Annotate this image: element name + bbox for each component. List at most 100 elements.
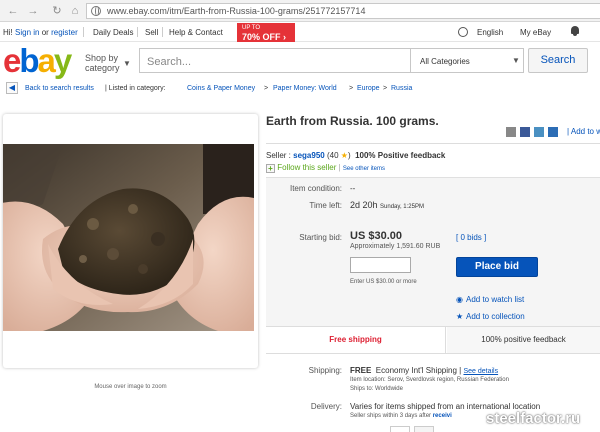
greeting-text: Hi! — [3, 28, 13, 37]
seller-info: Seller : sega950 (40 ★) 100% Positive fe… — [266, 151, 445, 160]
sell-link[interactable]: Sell — [145, 28, 158, 37]
search-input[interactable]: Search... — [139, 48, 411, 73]
shop-by-line1: Shop by — [85, 53, 119, 63]
bid-count-link[interactable]: [ 0 bids ] — [456, 233, 486, 242]
signin-link[interactable]: Sign in — [15, 28, 39, 37]
place-bid-button[interactable]: Place bid — [456, 257, 538, 277]
logo-letter-y: y — [53, 42, 72, 79]
positive-feedback-badge: 100% positive feedback — [447, 327, 600, 353]
daily-deals-link[interactable]: Daily Deals — [93, 28, 133, 37]
search-placeholder: Search... — [147, 56, 192, 68]
globe-icon — [458, 27, 468, 37]
breadcrumb-separator: > — [383, 85, 388, 92]
eye-icon: ◉ — [456, 295, 463, 304]
divider — [162, 27, 163, 37]
category-select[interactable]: All Categories ▼ — [411, 48, 524, 73]
shipping-strip: Free shipping 100% positive feedback — [266, 326, 600, 354]
item-condition-value: -- — [350, 184, 356, 193]
divider — [137, 27, 138, 37]
email-icon[interactable] — [506, 127, 516, 137]
greeting: Hi! Sign in or register — [3, 28, 78, 37]
ships-to: Ships to: Worldwide — [350, 386, 403, 392]
my-ebay-link[interactable]: My eBay — [520, 28, 551, 37]
mastercard-icon — [414, 426, 434, 432]
bid-amount-input[interactable] — [350, 257, 411, 273]
enter-bid-hint: Enter US $30.00 or more — [350, 279, 417, 285]
divider — [83, 27, 84, 37]
language-selector[interactable]: English — [477, 28, 503, 37]
back-to-results-link[interactable]: Back to search results — [25, 85, 94, 92]
breadcrumb-item[interactable]: Europe — [357, 85, 380, 92]
chevron-down-icon: ▼ — [123, 59, 131, 68]
search-button[interactable]: Search — [528, 48, 588, 73]
see-other-items-link[interactable]: See other items — [343, 166, 385, 172]
product-photo[interactable] — [3, 144, 254, 331]
help-contact-link[interactable]: Help & Contact — [169, 28, 223, 37]
site-watermark: steelfactor.ru — [486, 410, 581, 427]
pinterest-icon[interactable] — [548, 127, 558, 137]
divider — [266, 143, 600, 144]
logo-letter-a: a — [37, 42, 56, 79]
logo-letter-b: b — [19, 42, 39, 79]
notification-bell-icon[interactable] — [570, 26, 580, 37]
back-arrow-icon[interactable]: ← — [6, 4, 20, 18]
url-text[interactable]: www.ebay.com/itm/Earth-from-Russia-100-g… — [107, 6, 365, 16]
facebook-icon[interactable] — [520, 127, 530, 137]
category-value: All Categories — [420, 57, 470, 66]
address-bar[interactable]: www.ebay.com/itm/Earth-from-Russia-100-g… — [86, 3, 600, 19]
seller-label: Seller : — [266, 151, 291, 160]
zoom-hint: Mouse over image to zoom — [94, 384, 167, 390]
receiving-text: receivi — [432, 413, 452, 419]
paypal-icon — [390, 426, 410, 432]
add-to-collection-link[interactable]: ★ Add to collection — [456, 312, 525, 321]
time-left-value: 2d 20h Sunday, 1:25PM — [350, 200, 424, 210]
time-left-main: 2d 20h — [350, 200, 378, 210]
follow-seller-link[interactable]: Follow this seller — [277, 163, 336, 172]
forward-arrow-icon[interactable]: → — [26, 4, 40, 18]
promo-line2: 70% OFF › — [242, 32, 287, 42]
feedback-score[interactable]: (40 — [327, 151, 339, 160]
delivery-label: Delivery: — [310, 402, 342, 411]
approx-label: Approximately — [350, 243, 395, 250]
follow-row: + Follow this seller | See other items — [266, 163, 385, 173]
or-text: or — [41, 28, 49, 37]
browser-toolbar: ← → ↻ ⌂ www.ebay.com/itm/Earth-from-Russ… — [0, 0, 600, 22]
reload-icon[interactable]: ↻ — [50, 4, 64, 18]
star-icon: ★ — [340, 151, 348, 160]
utility-bar: Hi! Sign in or register Daily Deals Sell… — [0, 22, 600, 42]
breadcrumb-separator: > — [349, 85, 354, 92]
shop-by-category[interactable]: Shop by category ▼ — [85, 53, 131, 73]
breadcrumb-separator: > — [264, 85, 269, 92]
ebay-logo[interactable]: ebay — [3, 42, 72, 80]
twitter-icon[interactable] — [534, 127, 544, 137]
plus-icon[interactable]: + — [266, 164, 275, 173]
positive-feedback: 100% Positive feedback — [355, 151, 446, 160]
star-icon: ★ — [456, 312, 464, 321]
register-link[interactable]: register — [51, 28, 78, 37]
item-location: Item location: Serov, Sverdlovsk region,… — [350, 377, 509, 383]
breadcrumb-item[interactable]: Russia — [391, 85, 412, 92]
see-details-link[interactable]: See details — [463, 368, 498, 375]
shipping-method: Economy Int'l Shipping | — [375, 366, 462, 375]
breadcrumb: Back to search results | Listed in categ… — [0, 80, 600, 96]
starting-bid-value: US $30.00 — [350, 230, 402, 242]
seller-name-link[interactable]: sega950 — [293, 151, 325, 160]
promo-banner[interactable]: UP TO 70% OFF › — [237, 23, 295, 42]
watch-list-label: Add to watch list — [466, 295, 525, 304]
time-left-detail: Sunday, 1:25PM — [380, 204, 424, 210]
shipping-value: FREE Economy Int'l Shipping | See detail… — [350, 366, 498, 375]
listed-in-label: | Listed in category: — [105, 85, 166, 92]
add-to-watchlist-link[interactable]: | Add to w — [567, 127, 600, 136]
add-to-watch-list-link[interactable]: ◉ Add to watch list — [456, 295, 524, 304]
collection-label: Add to collection — [466, 312, 525, 321]
promo-line1: UP TO — [242, 25, 261, 31]
breadcrumb-item[interactable]: Coins & Paper Money — [187, 85, 255, 92]
feedback-close: ) — [347, 151, 351, 160]
free-shipping-badge: Free shipping — [266, 327, 446, 353]
breadcrumb-item[interactable]: Paper Money: World — [273, 85, 337, 92]
shop-by-line2: category — [85, 63, 120, 73]
chevron-down-icon: ▼ — [512, 56, 520, 65]
home-icon[interactable]: ⌂ — [68, 4, 82, 18]
item-condition-label: Item condition: — [289, 184, 342, 193]
time-left-label: Time left: — [309, 201, 342, 210]
